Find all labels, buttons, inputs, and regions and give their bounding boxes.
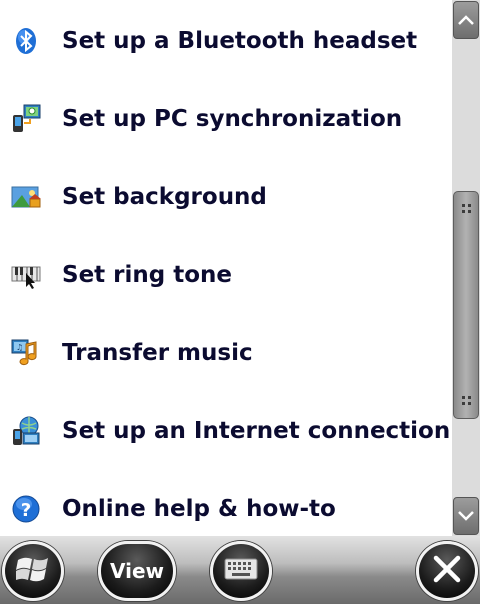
- screen: Set up a Bluetooth headset Set up PC syn…: [0, 0, 480, 604]
- close-button[interactable]: [416, 541, 478, 601]
- scroll-down-button[interactable]: [453, 497, 479, 535]
- menu-item-label: Set up PC synchronization: [62, 106, 403, 132]
- music-transfer-icon: ♫: [10, 337, 42, 369]
- menu-item-label: Online help & how-to: [62, 496, 336, 522]
- view-button[interactable]: View: [98, 541, 176, 601]
- keyboard-button[interactable]: [210, 541, 272, 601]
- keyboard-icon: [224, 558, 258, 584]
- bluetooth-icon: [10, 25, 42, 57]
- vertical-scrollbar[interactable]: [452, 0, 480, 536]
- menu-item-label: Set up an Internet connection: [62, 418, 451, 444]
- menu-item-pc-sync[interactable]: Set up PC synchronization: [0, 80, 452, 158]
- grip-icon: [462, 396, 472, 406]
- menu-item-label: Set up a Bluetooth headset: [62, 28, 418, 54]
- ring-tone-icon: [10, 259, 42, 291]
- menu-item-set-background[interactable]: Set background: [0, 158, 452, 236]
- menu-item-label: Set background: [62, 184, 267, 210]
- menu-item-label: Set ring tone: [62, 262, 233, 288]
- windows-logo-icon: [14, 554, 50, 588]
- svg-text:♫: ♫: [16, 343, 23, 352]
- menu-item-label: Transfer music: [62, 340, 253, 366]
- scrollbar-thumb[interactable]: [453, 191, 479, 419]
- help-icon: ?: [10, 493, 42, 525]
- svg-text:?: ?: [21, 500, 31, 521]
- menu-item-bluetooth-headset[interactable]: Set up a Bluetooth headset: [0, 2, 452, 80]
- pc-sync-icon: [10, 103, 42, 135]
- start-button[interactable]: [2, 541, 64, 601]
- close-icon: [432, 554, 462, 588]
- menu-item-transfer-music[interactable]: ♫ Transfer music: [0, 314, 452, 392]
- menu-list: Set up a Bluetooth headset Set up PC syn…: [0, 0, 452, 536]
- menu-item-ring-tone[interactable]: Set ring tone: [0, 236, 452, 314]
- grip-icon: [462, 204, 472, 214]
- internet-connection-icon: [10, 415, 42, 447]
- chevron-up-icon: [457, 11, 475, 30]
- chevron-down-icon: [457, 507, 475, 526]
- menu-item-internet-connection[interactable]: Set up an Internet connection: [0, 392, 452, 470]
- scroll-up-button[interactable]: [453, 1, 479, 39]
- background-image-icon: [10, 181, 42, 213]
